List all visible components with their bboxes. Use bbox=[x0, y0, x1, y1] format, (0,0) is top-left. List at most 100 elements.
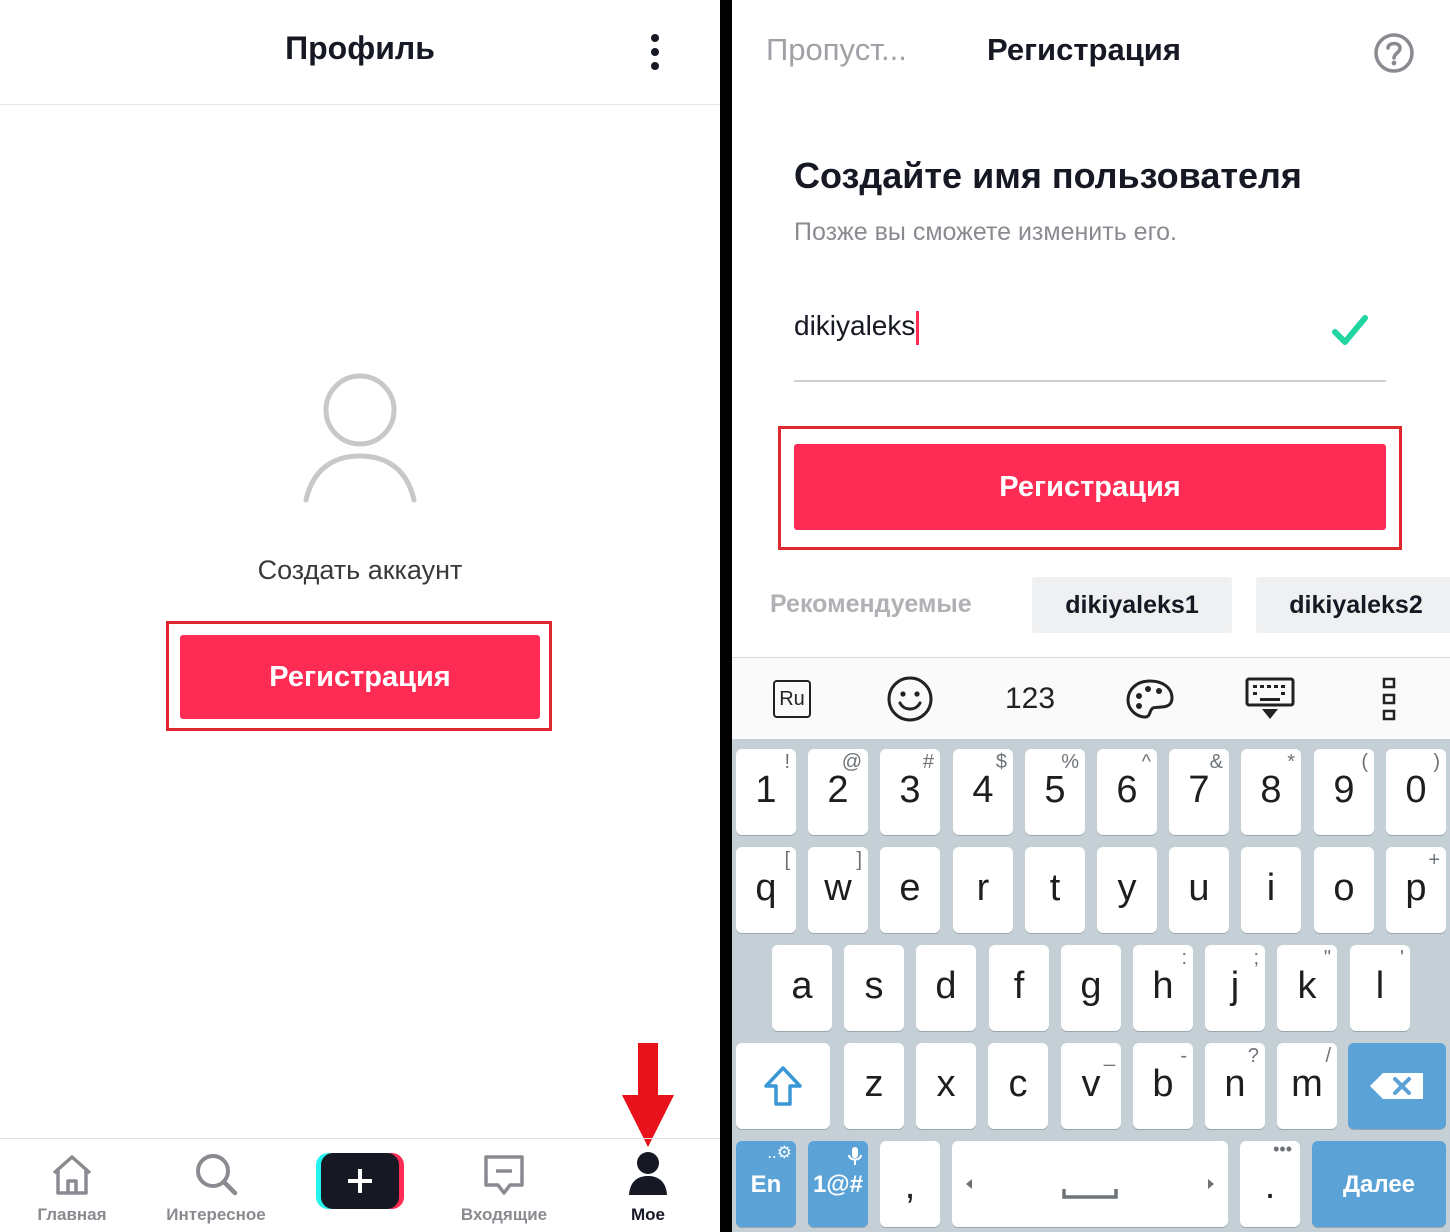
key-i[interactable]: i bbox=[1241, 847, 1301, 933]
tab-discover[interactable]: Интересное bbox=[144, 1139, 288, 1232]
key-d[interactable]: d bbox=[916, 945, 976, 1031]
key-label: 4 bbox=[972, 769, 994, 811]
language-key[interactable]: ..⚙ En bbox=[736, 1141, 796, 1227]
tab-me[interactable]: Мое bbox=[576, 1139, 720, 1232]
home-icon bbox=[52, 1155, 92, 1195]
help-icon[interactable] bbox=[1372, 31, 1416, 75]
space-key[interactable] bbox=[952, 1141, 1228, 1227]
key-n[interactable]: ? n bbox=[1205, 1043, 1265, 1129]
key-x[interactable]: x bbox=[916, 1043, 976, 1129]
key-g[interactable]: g bbox=[1061, 945, 1121, 1031]
key-label: z bbox=[864, 1063, 884, 1105]
enter-key[interactable]: Далее bbox=[1312, 1141, 1446, 1227]
key-label: b bbox=[1152, 1063, 1174, 1105]
key-label: 9 bbox=[1333, 769, 1355, 811]
key-label: 8 bbox=[1260, 769, 1282, 811]
key-v[interactable]: _ v bbox=[1061, 1043, 1121, 1129]
key-z[interactable]: z bbox=[844, 1043, 904, 1129]
username-value: dikiyaleks bbox=[794, 310, 916, 341]
key-j[interactable]: ; j bbox=[1205, 945, 1265, 1031]
comma-key[interactable]: , bbox=[880, 1141, 940, 1227]
key-2[interactable]: @2 bbox=[808, 749, 868, 835]
key-label: t bbox=[1049, 867, 1061, 909]
key-h[interactable]: :h bbox=[1133, 945, 1193, 1031]
tab-label: Входящие bbox=[460, 1205, 548, 1224]
key-4[interactable]: $4 bbox=[953, 749, 1013, 835]
hide-keyboard-button[interactable] bbox=[1240, 658, 1300, 740]
skip-button[interactable]: Пропуст... bbox=[766, 32, 907, 68]
key-t[interactable]: t bbox=[1025, 847, 1085, 933]
key-label: o bbox=[1333, 867, 1355, 909]
suggestion-chip[interactable]: dikiyaleks2 bbox=[1256, 577, 1450, 633]
text-caret bbox=[916, 310, 920, 345]
key-b[interactable]: -b bbox=[1133, 1043, 1193, 1129]
key-label: 1 bbox=[755, 769, 777, 811]
key-m[interactable]: / m bbox=[1277, 1043, 1337, 1129]
key-f[interactable]: f bbox=[989, 945, 1049, 1031]
key-s[interactable]: s bbox=[844, 945, 904, 1031]
settings-icon: ..⚙ bbox=[767, 1143, 792, 1162]
emoji-button[interactable] bbox=[880, 658, 940, 740]
person-icon bbox=[629, 1152, 667, 1195]
key-a[interactable]: a bbox=[772, 945, 832, 1031]
key-c[interactable]: c bbox=[988, 1043, 1048, 1129]
key-8[interactable]: * 8 bbox=[1241, 749, 1301, 835]
key-label: k bbox=[1297, 965, 1317, 1007]
language-switch-button[interactable]: Ru bbox=[762, 658, 822, 740]
keyboard: ..⚙ En 1@# , ••• . Далее ! 1 @2 #3 $4% 5… bbox=[732, 739, 1450, 1232]
key-label: y bbox=[1117, 867, 1137, 909]
key-label: 3 bbox=[899, 769, 921, 811]
key-label: 5 bbox=[1044, 769, 1066, 811]
key-0[interactable]: ) 0 bbox=[1386, 749, 1446, 835]
key-w[interactable]: ] w bbox=[808, 847, 868, 933]
key-label: n bbox=[1224, 1063, 1246, 1105]
key-q[interactable]: [q bbox=[736, 847, 796, 933]
register-button[interactable]: Регистрация bbox=[180, 635, 540, 719]
period-key[interactable]: ••• . bbox=[1240, 1139, 1300, 1227]
page-title: Регистрация bbox=[987, 32, 1181, 67]
key-u[interactable]: u bbox=[1169, 847, 1229, 933]
key-5[interactable]: % 5 bbox=[1025, 749, 1085, 835]
key-label: i bbox=[1266, 867, 1276, 909]
key-6[interactable]: ^ 6 bbox=[1097, 749, 1157, 835]
key-o[interactable]: o bbox=[1314, 847, 1374, 933]
search-icon bbox=[196, 1154, 238, 1196]
more-options-icon[interactable] bbox=[640, 30, 670, 74]
key-k[interactable]: " k bbox=[1277, 945, 1337, 1031]
key-label: r bbox=[976, 867, 990, 909]
key-l[interactable]: ' l bbox=[1350, 945, 1410, 1031]
keyboard-toolbar: Ru 123 bbox=[732, 657, 1450, 740]
register-button[interactable]: Регистрация bbox=[794, 444, 1386, 530]
theme-button[interactable] bbox=[1120, 658, 1180, 740]
key-3[interactable]: #3 bbox=[880, 749, 940, 835]
numbers-button[interactable]: 123 bbox=[990, 658, 1070, 740]
more-options-icon[interactable] bbox=[1360, 658, 1420, 740]
key-label: l bbox=[1375, 965, 1385, 1007]
tab-inbox[interactable]: Входящие bbox=[432, 1139, 576, 1232]
suggestion-chip[interactable]: dikiyaleks1 bbox=[1032, 577, 1232, 633]
key-1[interactable]: ! 1 bbox=[736, 749, 796, 835]
backspace-key[interactable] bbox=[1348, 1043, 1446, 1129]
create-video-button[interactable] bbox=[316, 1153, 404, 1209]
symbols-key[interactable]: 1@# bbox=[808, 1141, 868, 1227]
avatar-placeholder-icon bbox=[303, 373, 417, 503]
key-9[interactable]: (9 bbox=[1314, 749, 1374, 835]
check-icon bbox=[1332, 315, 1368, 345]
key-label: p bbox=[1405, 867, 1427, 909]
tab-home[interactable]: Главная bbox=[0, 1139, 144, 1232]
palette-icon bbox=[1126, 679, 1174, 719]
red-arrow-annotation bbox=[622, 1043, 674, 1147]
key-label: u bbox=[1188, 867, 1210, 909]
keyboard-down-icon bbox=[1245, 677, 1295, 719]
key-y[interactable]: y bbox=[1097, 847, 1157, 933]
more-symbols-icon: ••• bbox=[1273, 1139, 1292, 1159]
key-p[interactable]: + p bbox=[1386, 847, 1446, 933]
signup-username-screen: Пропуст... Регистрация Создайте имя поль… bbox=[732, 0, 1450, 1232]
username-field[interactable]: dikiyaleks bbox=[794, 310, 1354, 350]
key-e[interactable]: e bbox=[880, 847, 940, 933]
key-r[interactable]: r bbox=[953, 847, 1013, 933]
key-label: s bbox=[864, 965, 884, 1007]
dots-icon bbox=[1382, 677, 1396, 721]
key-7[interactable]: & 7 bbox=[1169, 749, 1229, 835]
shift-key[interactable] bbox=[736, 1043, 830, 1129]
